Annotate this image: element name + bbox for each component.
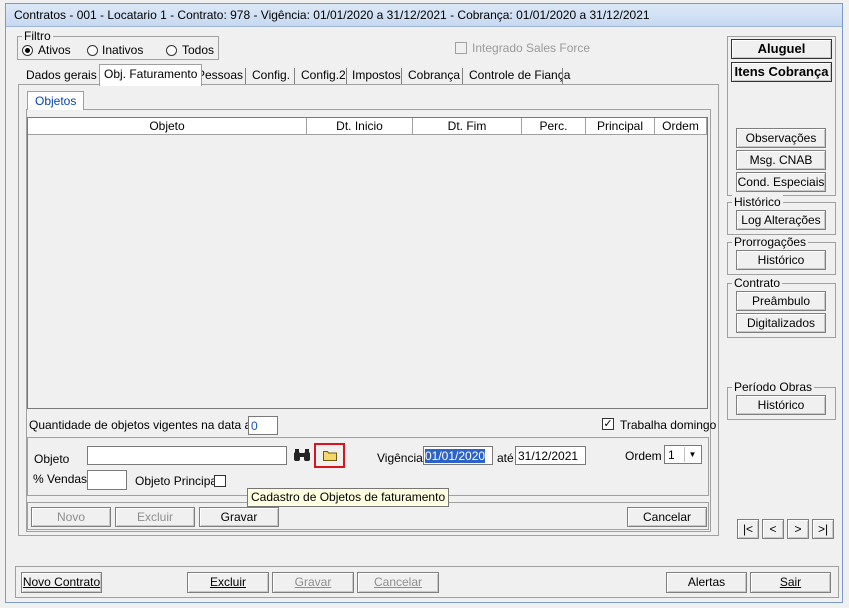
objeto-principal-checkbox[interactable] bbox=[214, 475, 226, 487]
tab-separator bbox=[462, 68, 463, 84]
tab-separator bbox=[294, 68, 295, 84]
novo-contrato-button[interactable]: Novo Contrato bbox=[21, 572, 102, 593]
cancelar-objeto-button[interactable]: Cancelar bbox=[627, 507, 707, 527]
integrado-salesforce-label: Integrado Sales Force bbox=[472, 41, 591, 55]
trabalha-domingo-checkbox[interactable]: ✓ bbox=[602, 418, 614, 430]
gravar-contrato-button[interactable]: Gravar bbox=[272, 572, 354, 593]
search-button[interactable] bbox=[290, 445, 314, 466]
grid-header-dt-fim[interactable]: Dt. Fim bbox=[413, 118, 522, 135]
tab-separator bbox=[245, 68, 246, 84]
trabalha-domingo-label: Trabalha domingo bbox=[620, 418, 717, 432]
filter-ativos-label[interactable]: Ativos bbox=[38, 43, 71, 57]
vigencia-inicio-value: 01/01/2020 bbox=[425, 449, 486, 463]
filter-legend: Filtro bbox=[22, 29, 53, 43]
novo-objeto-button[interactable]: Novo bbox=[31, 507, 111, 527]
gravar-objeto-button[interactable]: Gravar bbox=[199, 507, 279, 527]
vigencia-inicio-field[interactable]: 01/01/2020 bbox=[423, 446, 493, 465]
prorrogacoes-legend: Prorrogações bbox=[732, 235, 809, 249]
tab-dados-gerais[interactable]: Dados gerais bbox=[22, 66, 101, 84]
folder-icon bbox=[322, 451, 337, 461]
nav-next-button[interactable]: > bbox=[787, 519, 809, 539]
preambulo-button[interactable]: Preâmbulo bbox=[736, 291, 826, 311]
tab-impostos[interactable]: Impostos bbox=[348, 66, 405, 84]
quantidade-field[interactable]: 0 bbox=[248, 416, 278, 435]
observacoes-button[interactable]: Observações bbox=[736, 128, 826, 148]
cadastro-objetos-button[interactable] bbox=[314, 443, 345, 468]
alertas-button[interactable]: Alertas bbox=[666, 572, 747, 593]
tab-cobranca[interactable]: Cobrança bbox=[404, 66, 464, 84]
window-title: Contratos - 001 - Locatario 1 - Contrato… bbox=[14, 8, 650, 22]
ordem-label: Ordem bbox=[625, 449, 662, 463]
ate-label: até bbox=[497, 451, 514, 465]
tab-controle-fianca[interactable]: Controle de Fiança bbox=[465, 66, 574, 84]
grid-header-objeto[interactable]: Objeto bbox=[28, 118, 307, 135]
tab-separator bbox=[401, 68, 402, 84]
objects-grid[interactable] bbox=[27, 117, 708, 409]
msg-cnab-button[interactable]: Msg. CNAB bbox=[736, 150, 826, 170]
log-alteracoes-button[interactable]: Log Alterações bbox=[736, 210, 826, 230]
contrato-legend: Contrato bbox=[732, 276, 783, 290]
aluguel-button[interactable]: Aluguel bbox=[731, 39, 832, 59]
cond-especiais-button[interactable]: Cond. Especiais bbox=[736, 172, 826, 192]
tooltip: Cadastro de Objetos de faturamento bbox=[247, 488, 450, 507]
binoculars-icon bbox=[294, 449, 310, 461]
tab-separator bbox=[562, 68, 563, 84]
nav-last-button[interactable]: >| bbox=[812, 519, 834, 539]
grid-header-dt-inicio[interactable]: Dt. Inicio bbox=[307, 118, 413, 135]
tab-obj-faturamento[interactable]: Obj. Faturamento bbox=[99, 64, 203, 86]
title-bar: Contratos - 001 - Locatario 1 - Contrato… bbox=[6, 4, 842, 27]
ordem-value: 1 bbox=[668, 448, 675, 462]
nav-first-button[interactable]: |< bbox=[737, 519, 759, 539]
filter-todos-label[interactable]: Todos bbox=[182, 43, 214, 57]
grid-header-perc[interactable]: Perc. bbox=[522, 118, 586, 135]
vigencia-fim-field[interactable]: 31/12/2021 bbox=[515, 446, 586, 465]
objeto-label: Objeto bbox=[34, 452, 70, 466]
grid-header-principal[interactable]: Principal bbox=[586, 118, 655, 135]
chevron-down-icon[interactable]: ▼ bbox=[684, 447, 700, 462]
gravar-contrato-label: Gravar bbox=[294, 575, 332, 589]
excluir-contrato-label: Excluir bbox=[209, 575, 246, 589]
historico-legend: Histórico bbox=[732, 195, 783, 209]
integrado-salesforce-checkbox[interactable] bbox=[455, 42, 467, 54]
subtab-objetos[interactable]: Objetos bbox=[27, 91, 85, 110]
filter-inativos-label[interactable]: Inativos bbox=[102, 43, 143, 57]
excluir-objeto-button[interactable]: Excluir bbox=[115, 507, 195, 527]
itens-cobranca-button[interactable]: Itens Cobrança bbox=[731, 62, 832, 82]
quantidade-label: Quantidade de objetos vigentes na data a… bbox=[29, 418, 271, 432]
objeto-principal-label: Objeto Principal bbox=[135, 474, 220, 488]
prorrogacoes-historico-button[interactable]: Histórico bbox=[736, 250, 826, 270]
vigencia-label: Vigência bbox=[377, 451, 423, 465]
cancelar-contrato-label: Cancelar bbox=[373, 575, 423, 589]
ordem-select[interactable]: 1 ▼ bbox=[664, 445, 702, 464]
excluir-contrato-button[interactable]: Excluir bbox=[187, 572, 269, 593]
cancelar-contrato-button[interactable]: Cancelar bbox=[357, 572, 439, 593]
novo-contrato-label: Novo Contrato bbox=[22, 575, 101, 589]
filter-todos-radio[interactable] bbox=[166, 45, 177, 56]
filter-inativos-radio[interactable] bbox=[87, 45, 98, 56]
nav-prev-button[interactable]: < bbox=[762, 519, 784, 539]
tab-separator bbox=[346, 68, 347, 84]
digitalizados-button[interactable]: Digitalizados bbox=[736, 313, 826, 333]
sair-button[interactable]: Sair bbox=[750, 572, 831, 593]
periodo-obras-historico-button[interactable]: Histórico bbox=[736, 395, 826, 415]
vendas-field[interactable] bbox=[87, 470, 127, 490]
filter-ativos-radio[interactable] bbox=[22, 45, 33, 56]
grid-header-ordem[interactable]: Ordem bbox=[655, 118, 707, 135]
vendas-label: % Vendas bbox=[33, 472, 88, 486]
objeto-field[interactable] bbox=[87, 446, 287, 465]
sair-label: Sair bbox=[779, 575, 802, 589]
periodo-obras-legend: Período Obras bbox=[732, 380, 815, 394]
tab-config[interactable]: Config. bbox=[248, 66, 294, 84]
tab-config2[interactable]: Config.2 bbox=[297, 66, 350, 84]
